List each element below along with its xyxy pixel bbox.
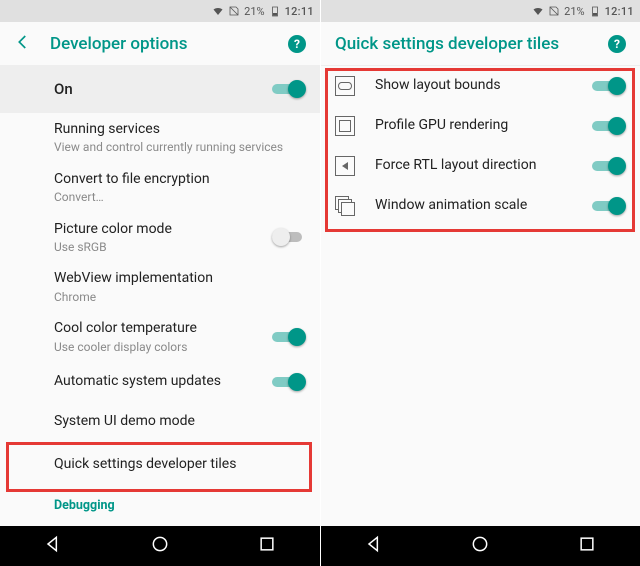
- page-title: Developer options: [50, 34, 270, 54]
- setting-quick-settings-tiles[interactable]: Quick settings developer tiles: [0, 442, 320, 488]
- clock: 12:11: [605, 5, 634, 18]
- title-bar: Quick settings developer tiles ?: [321, 22, 640, 66]
- master-switch-row[interactable]: On: [0, 66, 320, 113]
- battery-pct: 21%: [564, 5, 584, 18]
- left-screen: 21% 12:11 Developer options ? On Running…: [0, 0, 320, 566]
- setting-auto-updates[interactable]: Automatic system updates: [0, 362, 320, 402]
- wifi-icon: [532, 5, 544, 17]
- page-title: Quick settings developer tiles: [335, 34, 590, 54]
- profile-gpu-icon: [335, 116, 355, 136]
- status-bar: 21% 12:11: [321, 0, 640, 22]
- section-debugging: Debugging: [0, 488, 320, 519]
- master-switch-label: On: [54, 80, 262, 99]
- rtl-icon: [335, 156, 355, 176]
- auto-updates-toggle[interactable]: [272, 373, 306, 391]
- layout-bounds-icon: [335, 76, 355, 96]
- picture-color-toggle[interactable]: [272, 228, 306, 246]
- right-screen: 21% 12:11 Quick settings developer tiles…: [320, 0, 640, 566]
- nav-back-icon[interactable]: [364, 534, 384, 558]
- tile-profile-gpu[interactable]: Profile GPU rendering: [321, 106, 640, 146]
- status-bar: 21% 12:11: [0, 0, 320, 22]
- left-content: On Running services View and control cur…: [0, 66, 320, 526]
- layout-bounds-toggle[interactable]: [592, 77, 626, 95]
- nav-bar: [321, 526, 640, 566]
- battery-icon: [589, 5, 601, 17]
- setting-picture-color-mode[interactable]: Picture color mode Use sRGB: [0, 213, 320, 263]
- wifi-icon: [212, 5, 224, 17]
- no-sim-icon: [548, 5, 560, 17]
- tile-force-rtl[interactable]: Force RTL layout direction: [321, 146, 640, 186]
- right-content: Show layout bounds Profile GPU rendering…: [321, 66, 640, 526]
- setting-running-services[interactable]: Running services View and control curren…: [0, 113, 320, 163]
- master-toggle[interactable]: [272, 80, 306, 98]
- tile-window-animation[interactable]: Window animation scale: [321, 186, 640, 226]
- battery-icon: [269, 5, 281, 17]
- nav-home-icon[interactable]: [470, 534, 490, 558]
- cool-color-toggle[interactable]: [272, 328, 306, 346]
- setting-cool-color-temp[interactable]: Cool color temperature Use cooler displa…: [0, 312, 320, 362]
- tile-show-layout-bounds[interactable]: Show layout bounds: [321, 66, 640, 106]
- back-arrow-icon[interactable]: [14, 33, 32, 55]
- nav-back-icon[interactable]: [43, 534, 63, 558]
- window-animation-toggle[interactable]: [592, 197, 626, 215]
- help-icon[interactable]: ?: [288, 35, 306, 53]
- title-bar: Developer options ?: [0, 22, 320, 66]
- clock: 12:11: [285, 5, 314, 18]
- battery-pct: 21%: [244, 5, 264, 18]
- setting-webview-impl[interactable]: WebView implementation Chrome: [0, 262, 320, 312]
- nav-recent-icon[interactable]: [577, 534, 597, 558]
- help-icon[interactable]: ?: [608, 35, 626, 53]
- setting-systemui-demo[interactable]: System UI demo mode: [0, 402, 320, 442]
- force-rtl-toggle[interactable]: [592, 157, 626, 175]
- nav-bar: [0, 526, 320, 566]
- profile-gpu-toggle[interactable]: [592, 117, 626, 135]
- setting-convert-encryption[interactable]: Convert to file encryption Convert…: [0, 163, 320, 213]
- window-animation-icon: [335, 196, 355, 216]
- nav-recent-icon[interactable]: [257, 534, 277, 558]
- nav-home-icon[interactable]: [150, 534, 170, 558]
- no-sim-icon: [228, 5, 240, 17]
